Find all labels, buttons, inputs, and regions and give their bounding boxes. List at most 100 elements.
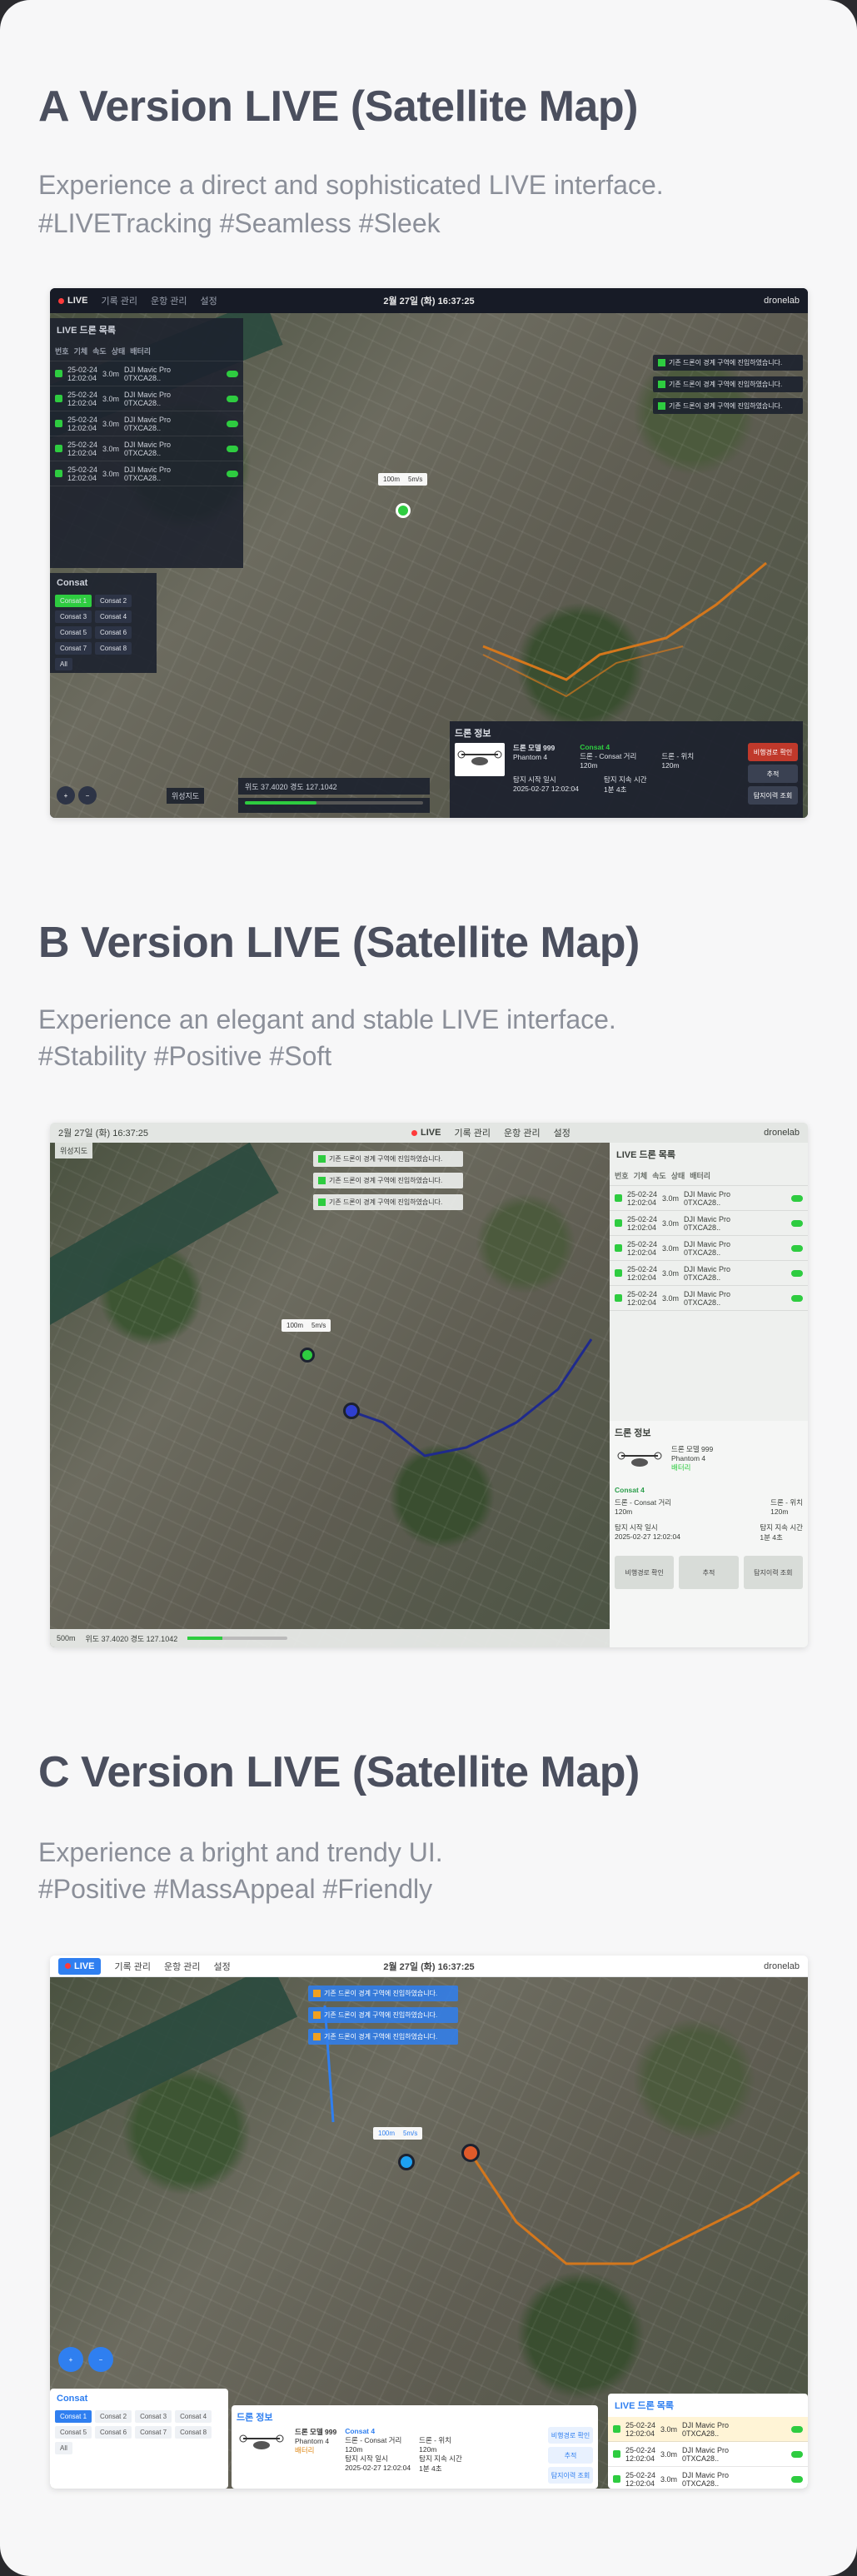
consat-item[interactable]: Consat 5	[55, 626, 92, 639]
route-button[interactable]: 비행경로 확인	[615, 1556, 675, 1589]
consat-item[interactable]: All	[55, 658, 72, 670]
route-button[interactable]: 비행경로 확인	[748, 743, 798, 761]
zoom-in-icon[interactable]: +	[57, 786, 75, 805]
map-type-toggle[interactable]: 위성지도	[167, 788, 205, 804]
table-row[interactable]: 25-02-24 12:02:04 3.0m DJI Mavic Pro 0TXCA28…	[610, 1186, 808, 1211]
row-checkbox[interactable]	[615, 1194, 622, 1202]
zoom-in-icon[interactable]: +	[58, 2347, 83, 2372]
history-button[interactable]: 탐지이력 조회	[743, 1556, 803, 1589]
row-checkbox[interactable]	[615, 1244, 622, 1252]
alert-item[interactable]: 기존 드론이 경계 구역에 진입하였습니다.	[653, 355, 803, 371]
playback-bar[interactable]	[238, 798, 430, 813]
table-row[interactable]: 25-02-24 12:02:04 3.0m DJI Mavic Pro 0TXCA28…	[610, 1261, 808, 1286]
zoom-out-icon[interactable]: −	[88, 2347, 113, 2372]
row-toggle[interactable]	[791, 1219, 803, 1227]
row-toggle[interactable]	[791, 1269, 803, 1277]
row-checkbox[interactable]	[613, 2450, 620, 2458]
consat-item[interactable]: Consat 1	[55, 2410, 92, 2423]
row-checkbox[interactable]	[613, 2425, 620, 2433]
row-toggle[interactable]	[791, 2425, 803, 2433]
nav-operations[interactable]: 운항 관리	[504, 1126, 541, 1139]
table-row[interactable]: 25-02-24 12:02:04 3.0m DJI Mavic Pro 0TXCA28…	[50, 386, 243, 411]
row-toggle[interactable]	[227, 395, 238, 402]
user-menu[interactable]: dronelab	[764, 296, 800, 306]
alert-item[interactable]: 기존 드론이 경계 구역에 진입하였습니다.	[308, 1986, 458, 2001]
row-toggle[interactable]	[227, 470, 238, 477]
consat-item[interactable]: Consat 2	[95, 595, 132, 607]
row-checkbox[interactable]	[615, 1294, 622, 1302]
live-tab[interactable]: LIVE	[58, 296, 87, 306]
row-checkbox[interactable]	[55, 395, 62, 402]
consat-item[interactable]: Consat 3	[135, 2410, 172, 2423]
playback-bar[interactable]	[187, 1637, 288, 1640]
row-toggle[interactable]	[791, 2450, 803, 2458]
nav-records[interactable]: 기록 관리	[114, 1960, 151, 1973]
consat-item[interactable]: Consat 6	[95, 626, 132, 639]
consat-item[interactable]: Consat 5	[55, 2426, 92, 2439]
drone-marker[interactable]	[300, 1348, 315, 1363]
drone-marker[interactable]	[396, 503, 411, 518]
alert-item[interactable]: 기존 드론이 경계 구역에 진입하였습니다.	[653, 398, 803, 414]
row-toggle[interactable]	[791, 1244, 803, 1252]
target-marker[interactable]	[461, 2144, 480, 2162]
table-row[interactable]: 25-02-24 12:02:04 3.0m DJI Mavic Pro 0TXCA28…	[610, 1211, 808, 1236]
row-checkbox[interactable]	[55, 470, 62, 477]
live-tab[interactable]: LIVE	[411, 1128, 441, 1138]
row-checkbox[interactable]	[55, 370, 62, 377]
alert-item[interactable]: 기존 드론이 경계 구역에 진입하였습니다.	[308, 2007, 458, 2023]
alert-item[interactable]: 기존 드론이 경계 구역에 진입하였습니다.	[313, 1194, 463, 1210]
nav-settings[interactable]: 설정	[214, 1960, 231, 1973]
nav-records[interactable]: 기록 관리	[101, 294, 137, 307]
row-checkbox[interactable]	[55, 445, 62, 452]
consat-item[interactable]: Consat 7	[135, 2426, 172, 2439]
live-tab[interactable]: LIVE	[58, 1957, 102, 1975]
table-row[interactable]: 25-02-24 12:02:04 3.0m DJI Mavic Pro 0TXCA28…	[50, 436, 243, 461]
drone-marker[interactable]	[398, 2154, 415, 2170]
consat-item[interactable]: Consat 4	[95, 610, 132, 623]
track-button[interactable]: 추적	[679, 1556, 739, 1589]
track-button[interactable]: 추적	[548, 2447, 593, 2464]
table-row[interactable]: 25-02-24 12:02:04 3.0m DJI Mavic Pro 0TXCA28…	[610, 1236, 808, 1261]
alert-item[interactable]: 기존 드론이 경계 구역에 진입하였습니다.	[308, 2029, 458, 2045]
user-menu[interactable]: dronelab	[764, 1128, 800, 1138]
nav-operations[interactable]: 운항 관리	[164, 1960, 201, 1973]
map-type-toggle[interactable]: 위성지도	[55, 1143, 93, 1158]
nav-settings[interactable]: 설정	[201, 294, 217, 307]
row-toggle[interactable]	[791, 1194, 803, 1202]
consat-item[interactable]: Consat 8	[95, 642, 132, 655]
row-toggle[interactable]	[227, 445, 238, 452]
row-checkbox[interactable]	[613, 2475, 620, 2483]
table-row[interactable]: 25-02-24 12:02:04 3.0m DJI Mavic Pro 0TXCA28…	[50, 461, 243, 486]
table-row[interactable]: 25-02-24 12:02:04 3.0m DJI Mavic Pro 0TXCA28…	[608, 2417, 808, 2442]
zoom-out-icon[interactable]: −	[78, 786, 97, 805]
alert-item[interactable]: 기존 드론이 경계 구역에 진입하였습니다.	[653, 376, 803, 392]
row-checkbox[interactable]	[615, 1219, 622, 1227]
route-button[interactable]: 비행경로 확인	[548, 2427, 593, 2444]
consat-item[interactable]: Consat 4	[175, 2410, 212, 2423]
row-checkbox[interactable]	[615, 1269, 622, 1277]
consat-item[interactable]: Consat 8	[175, 2426, 212, 2439]
row-toggle[interactable]	[791, 2475, 803, 2483]
history-button[interactable]: 탐지이력 조회	[548, 2467, 593, 2484]
row-toggle[interactable]	[791, 1294, 803, 1302]
nav-records[interactable]: 기록 관리	[454, 1126, 491, 1139]
table-row[interactable]: 25-02-24 12:02:04 3.0m DJI Mavic Pro 0TXCA28…	[50, 361, 243, 386]
consat-item[interactable]: Consat 3	[55, 610, 92, 623]
table-row[interactable]: 25-02-24 12:02:04 3.0m DJI Mavic Pro 0TXCA28…	[50, 411, 243, 436]
row-checkbox[interactable]	[55, 420, 62, 427]
alert-item[interactable]: 기존 드론이 경계 구역에 진입하였습니다.	[313, 1173, 463, 1188]
consat-item[interactable]: Consat 7	[55, 642, 92, 655]
consat-item[interactable]: All	[55, 2442, 72, 2454]
consat-item[interactable]: Consat 2	[95, 2410, 132, 2423]
table-row[interactable]: 25-02-24 12:02:04 3.0m DJI Mavic Pro 0TXCA28…	[608, 2467, 808, 2489]
nav-operations[interactable]: 운항 관리	[151, 294, 187, 307]
alert-item[interactable]: 기존 드론이 경계 구역에 진입하였습니다.	[313, 1151, 463, 1167]
table-row[interactable]: 25-02-24 12:02:04 3.0m DJI Mavic Pro 0TXCA28…	[610, 1286, 808, 1311]
consat-item[interactable]: Consat 6	[95, 2426, 132, 2439]
consat-item[interactable]: Consat 1	[55, 595, 92, 607]
row-toggle[interactable]	[227, 370, 238, 377]
row-toggle[interactable]	[227, 420, 238, 427]
history-button[interactable]: 탐지이력 조회	[748, 786, 798, 805]
table-row[interactable]: 25-02-24 12:02:04 3.0m DJI Mavic Pro 0TXCA28…	[608, 2442, 808, 2467]
nav-settings[interactable]: 설정	[554, 1126, 571, 1139]
